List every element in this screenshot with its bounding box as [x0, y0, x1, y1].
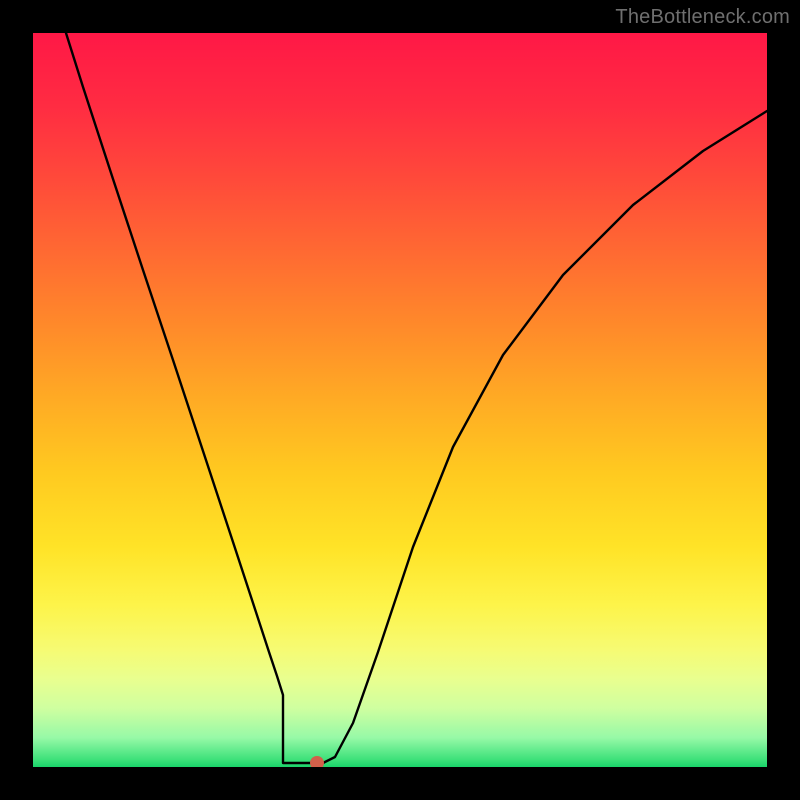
outer-black-frame: TheBottleneck.com: [0, 0, 800, 800]
plot-area: [33, 33, 767, 767]
bottleneck-curve: [66, 33, 767, 763]
curve-svg: [33, 33, 767, 767]
minimum-marker-dot: [310, 756, 324, 767]
watermark-text: TheBottleneck.com: [615, 6, 790, 29]
